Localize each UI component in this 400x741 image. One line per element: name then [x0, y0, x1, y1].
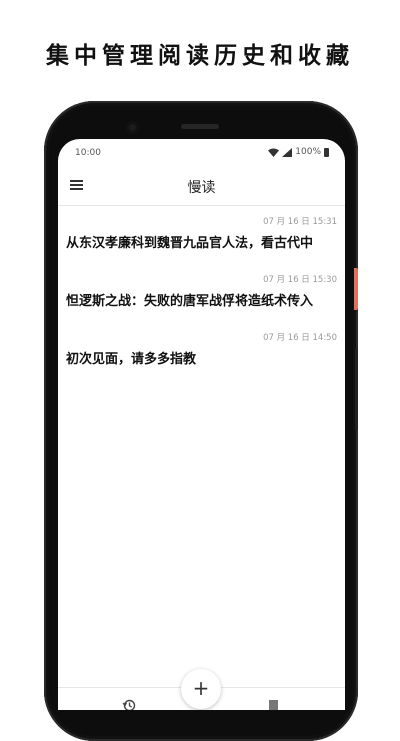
item-title: 从东汉孝廉科到魏晋九品官人法，看古代中 [66, 236, 314, 251]
battery-icon [324, 147, 329, 157]
add-button[interactable]: + [181, 669, 221, 709]
list-item[interactable]: 07 月 16 日 15:30 怛逻斯之战：失败的唐军战俘将造纸术传入 [58, 267, 345, 325]
history-icon[interactable] [122, 698, 136, 710]
status-time: 10:00 [75, 148, 101, 158]
wifi-icon [268, 148, 280, 157]
camera-icon [126, 121, 139, 134]
speaker-grille [181, 124, 219, 129]
item-date: 07 月 16 日 15:31 [263, 217, 337, 227]
app-screen: 10:00 100% 慢读 07 月 16 日 15:31 从东汉孝廉科到魏晋九… [58, 139, 345, 710]
list-item[interactable]: 07 月 16 日 14:50 初次见面，请多多指教 [58, 325, 345, 383]
item-title: 初次见面，请多多指教 [66, 352, 197, 367]
item-date: 07 月 16 日 15:30 [263, 275, 337, 285]
power-button [354, 268, 358, 310]
signal-icon [282, 147, 293, 157]
app-title: 慢读 [187, 180, 216, 196]
bookmark-icon[interactable] [269, 700, 278, 710]
volume-button [355, 348, 358, 430]
status-icons: 100% [268, 147, 329, 157]
reading-list: 07 月 16 日 15:31 从东汉孝廉科到魏晋九品官人法，看古代中 07 月… [58, 209, 345, 383]
item-title: 怛逻斯之战：失败的唐军战俘将造纸术传入 [66, 294, 314, 309]
promo-title: 集中管理阅读历史和收藏 [46, 42, 354, 69]
status-bar: 10:00 100% [58, 139, 345, 167]
app-bar: 慢读 [58, 169, 345, 206]
item-date: 07 月 16 日 14:50 [263, 333, 337, 343]
list-item[interactable]: 07 月 16 日 15:31 从东汉孝廉科到魏晋九品官人法，看古代中 [58, 209, 345, 267]
battery-percent: 100% [295, 147, 321, 157]
